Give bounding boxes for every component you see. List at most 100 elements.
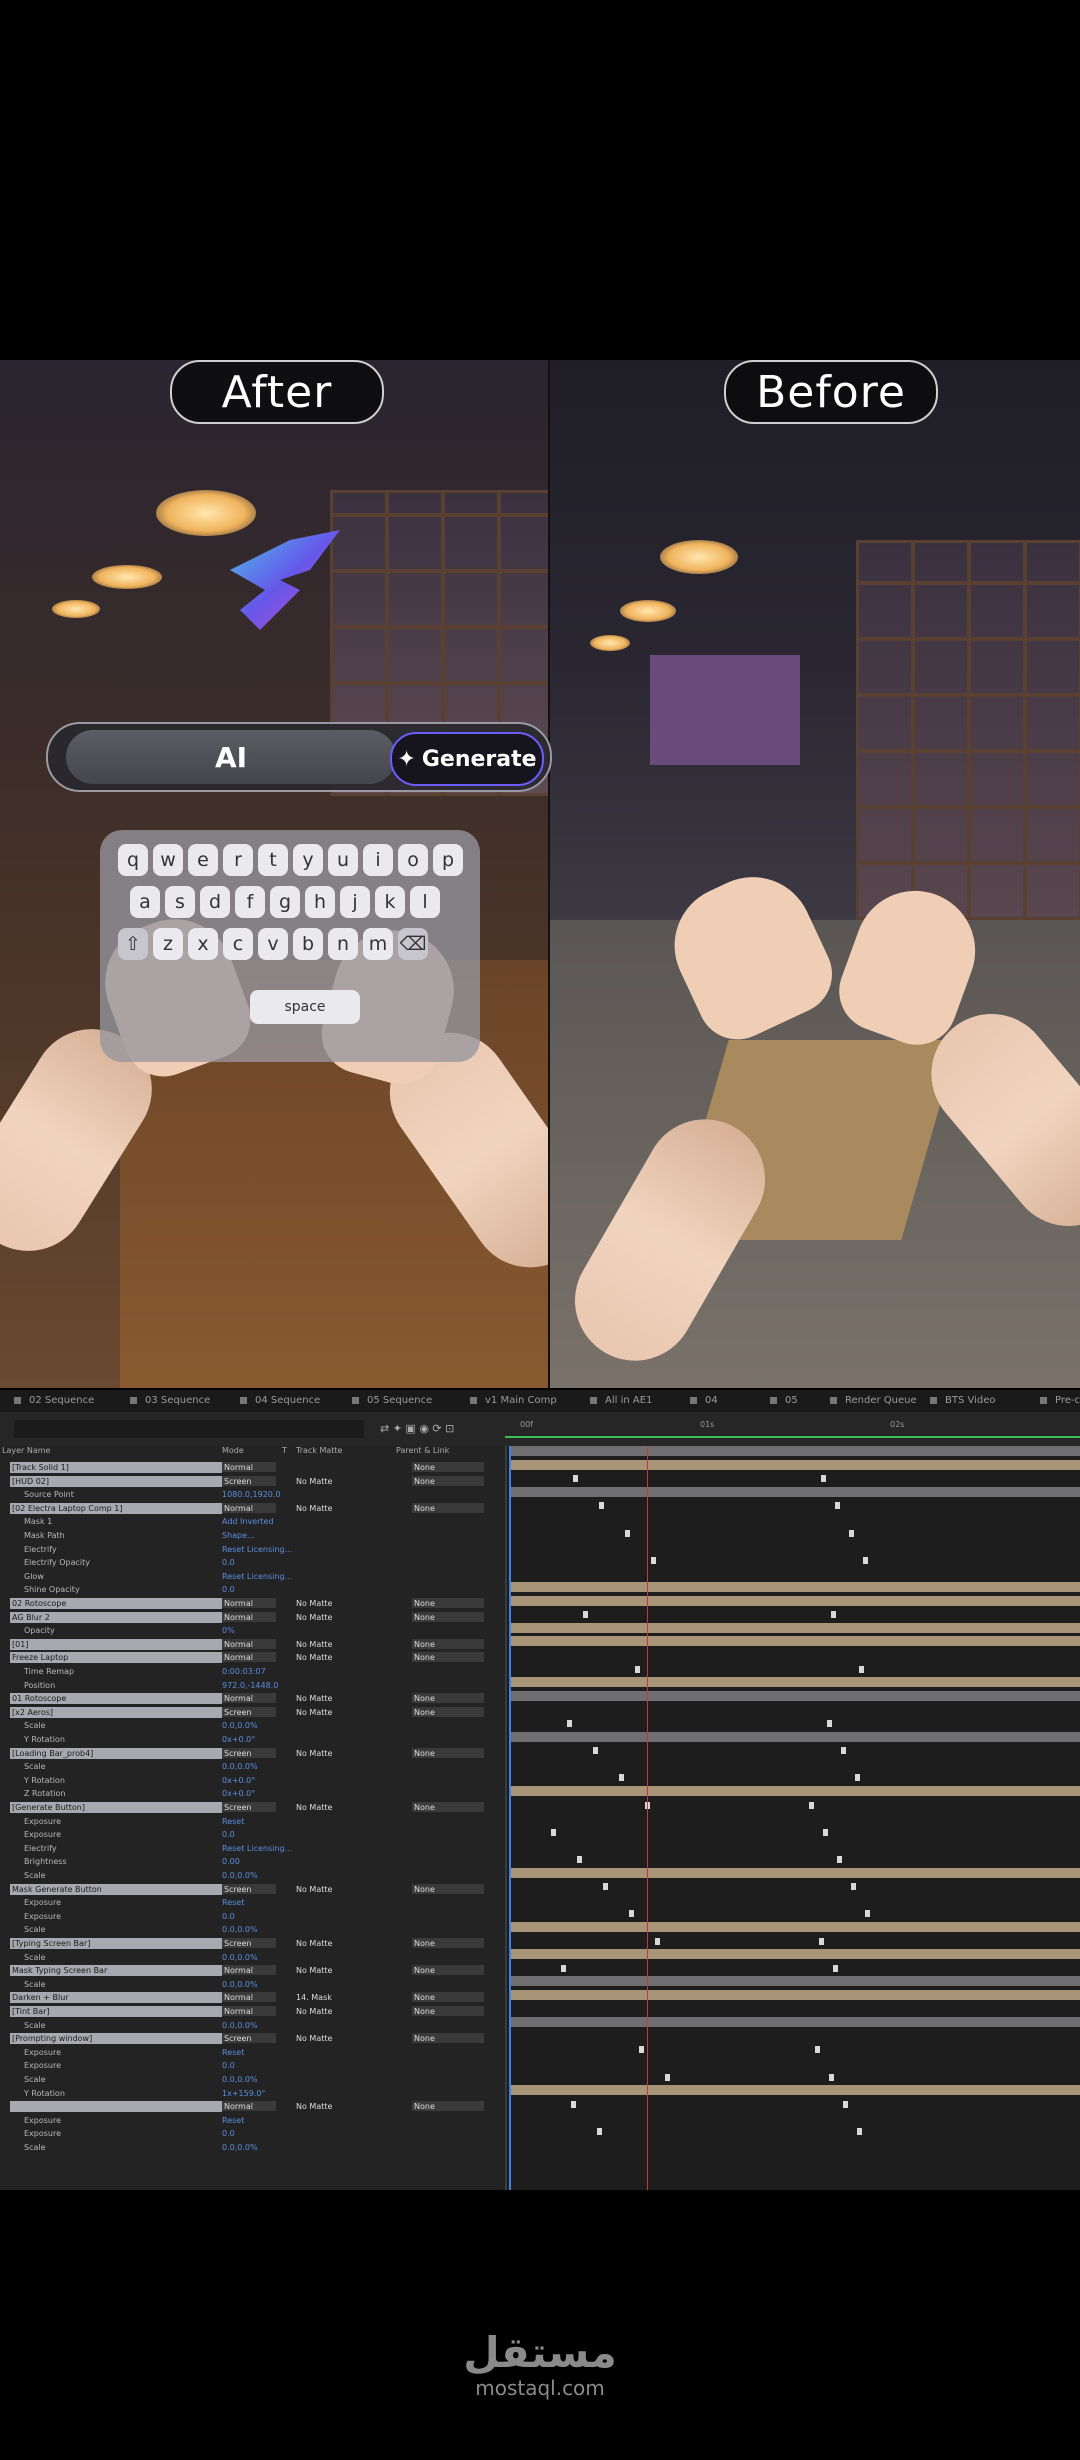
mode-dropdown[interactable]: Normal: [222, 1639, 276, 1649]
keyframe[interactable]: [665, 2074, 670, 2081]
property-value[interactable]: 0x+0.0°: [222, 1788, 255, 1800]
mode-dropdown[interactable]: Screen: [222, 1748, 276, 1758]
property-value[interactable]: 0.0,0.0%: [222, 2074, 258, 2086]
property-row[interactable]: Electrify Reset Licensing...: [0, 1843, 505, 1855]
keyframe[interactable]: [835, 1502, 840, 1509]
keyboard-key[interactable]: a: [130, 886, 160, 918]
keyboard-key[interactable]: v: [258, 928, 288, 960]
track-matte-dropdown[interactable]: No Matte: [296, 1965, 364, 1975]
keyboard-key[interactable]: y: [293, 844, 323, 876]
keyboard-key[interactable]: ⌫: [398, 928, 428, 960]
comp-tab[interactable]: 02 Sequence: [14, 1390, 94, 1412]
mode-dropdown[interactable]: Screen: [222, 1707, 276, 1717]
keyframe[interactable]: [841, 1747, 846, 1754]
work-area-bar[interactable]: [505, 1436, 1080, 1438]
parent-dropdown[interactable]: None: [412, 1707, 484, 1717]
parent-dropdown[interactable]: None: [412, 1802, 484, 1812]
keyframe[interactable]: [551, 1829, 556, 1836]
keyframe[interactable]: [815, 2046, 820, 2053]
keyframe[interactable]: [577, 1856, 582, 1863]
property-value[interactable]: Reset Licensing...: [222, 1544, 292, 1556]
keyframe[interactable]: [635, 1666, 640, 1673]
property-value[interactable]: 0.0: [222, 1557, 235, 1569]
parent-dropdown[interactable]: None: [412, 1652, 484, 1662]
keyframe[interactable]: [599, 1502, 604, 1509]
keyboard-key[interactable]: t: [258, 844, 288, 876]
parent-dropdown[interactable]: None: [412, 1462, 484, 1472]
prompt-input[interactable]: AI: [66, 730, 396, 784]
layer-row[interactable]: [HUD 02] Screen No Matte None: [0, 1476, 505, 1488]
track-matte-dropdown[interactable]: No Matte: [296, 2101, 364, 2111]
keyframe[interactable]: [863, 1557, 868, 1564]
property-value[interactable]: 0.0: [222, 2060, 235, 2072]
keyframe[interactable]: [625, 1530, 630, 1537]
layer-row[interactable]: [Typing Screen Bar] Screen No Matte None: [0, 1938, 505, 1950]
track-matte-dropdown[interactable]: No Matte: [296, 1476, 364, 1486]
property-value[interactable]: 0.0,0.0%: [222, 1870, 258, 1882]
property-value[interactable]: Reset: [222, 2047, 244, 2059]
keyframe[interactable]: [655, 1938, 660, 1945]
space-key[interactable]: space: [250, 990, 360, 1024]
keyboard-key[interactable]: f: [235, 886, 265, 918]
property-value[interactable]: 0.0,0.0%: [222, 2142, 258, 2154]
property-row[interactable]: Exposure 0.0: [0, 1829, 505, 1841]
keyboard-key[interactable]: g: [270, 886, 300, 918]
keyboard-key[interactable]: z: [153, 928, 183, 960]
keyframe[interactable]: [651, 1557, 656, 1564]
track-matte-dropdown[interactable]: No Matte: [296, 1802, 364, 1812]
playhead[interactable]: [509, 1446, 511, 2190]
comp-tab[interactable]: 05 Sequence: [352, 1390, 432, 1412]
layer-duration-bar[interactable]: [509, 1976, 1080, 1986]
parent-dropdown[interactable]: None: [412, 1693, 484, 1703]
layer-row[interactable]: Mask Typing Screen Bar Normal No Matte None: [0, 1965, 505, 1977]
keyframe[interactable]: [843, 2101, 848, 2108]
property-value[interactable]: 0x+0.0°: [222, 1775, 255, 1787]
property-row[interactable]: Electrify Opacity 0.0: [0, 1557, 505, 1569]
mode-dropdown[interactable]: Normal: [222, 2006, 276, 2016]
property-row[interactable]: Scale 0.0,0.0%: [0, 1761, 505, 1773]
keyboard-key[interactable]: i: [363, 844, 393, 876]
property-row[interactable]: Y Rotation 0x+0.0°: [0, 1775, 505, 1787]
keyboard-key[interactable]: k: [375, 886, 405, 918]
comp-tab[interactable]: 05: [770, 1390, 798, 1412]
layer-duration-bar[interactable]: [509, 1596, 1080, 1606]
layer-duration-bar[interactable]: [509, 1446, 1080, 1456]
keyframe[interactable]: [567, 1720, 572, 1727]
keyboard-key[interactable]: p: [433, 844, 463, 876]
property-row[interactable]: Exposure 0.0: [0, 2128, 505, 2140]
property-row[interactable]: Scale 0.0,0.0%: [0, 1952, 505, 1964]
parent-dropdown[interactable]: None: [412, 1992, 484, 2002]
property-value[interactable]: 0.0: [222, 1911, 235, 1923]
property-row[interactable]: Scale 0.0,0.0%: [0, 2074, 505, 2086]
keyframe[interactable]: [629, 1910, 634, 1917]
property-value[interactable]: Reset: [222, 1897, 244, 1909]
property-value[interactable]: 0:00:03:07: [222, 1666, 266, 1678]
mode-dropdown[interactable]: Normal: [222, 1503, 276, 1513]
parent-dropdown[interactable]: None: [412, 1884, 484, 1894]
keyboard-key[interactable]: n: [328, 928, 358, 960]
comp-tab[interactable]: v1 Main Comp: [470, 1390, 557, 1412]
keyframe[interactable]: [593, 1747, 598, 1754]
time-ruler[interactable]: 00f 01s 02s: [520, 1420, 1080, 1434]
keyframe[interactable]: [827, 1720, 832, 1727]
layer-row[interactable]: [02 Electra Laptop Comp 1] Normal No Matte…: [0, 1503, 505, 1515]
layer-row[interactable]: [Generate Button] Screen No Matte None: [0, 1802, 505, 1814]
track-matte-dropdown[interactable]: No Matte: [296, 1639, 364, 1649]
property-value[interactable]: Reset: [222, 2115, 244, 2127]
mode-dropdown[interactable]: Normal: [222, 1612, 276, 1622]
mode-dropdown[interactable]: Screen: [222, 1884, 276, 1894]
layer-duration-bar[interactable]: [509, 1990, 1080, 2000]
keyframe[interactable]: [851, 1883, 856, 1890]
property-row[interactable]: Y Rotation 0x+0.0°: [0, 1734, 505, 1746]
property-value[interactable]: Add Inverted: [222, 1516, 274, 1528]
layer-duration-bar[interactable]: [509, 1636, 1080, 1646]
track-matte-dropdown[interactable]: No Matte: [296, 1748, 364, 1758]
property-row[interactable]: Electrify Reset Licensing...: [0, 1544, 505, 1556]
comp-tab[interactable]: Render Queue: [830, 1390, 917, 1412]
keyframe[interactable]: [833, 1965, 838, 1972]
keyboard-key[interactable]: s: [165, 886, 195, 918]
parent-dropdown[interactable]: None: [412, 1639, 484, 1649]
timeline-area[interactable]: [505, 1446, 1080, 2190]
keyboard-key[interactable]: w: [153, 844, 183, 876]
mode-dropdown[interactable]: Normal: [222, 2101, 276, 2111]
